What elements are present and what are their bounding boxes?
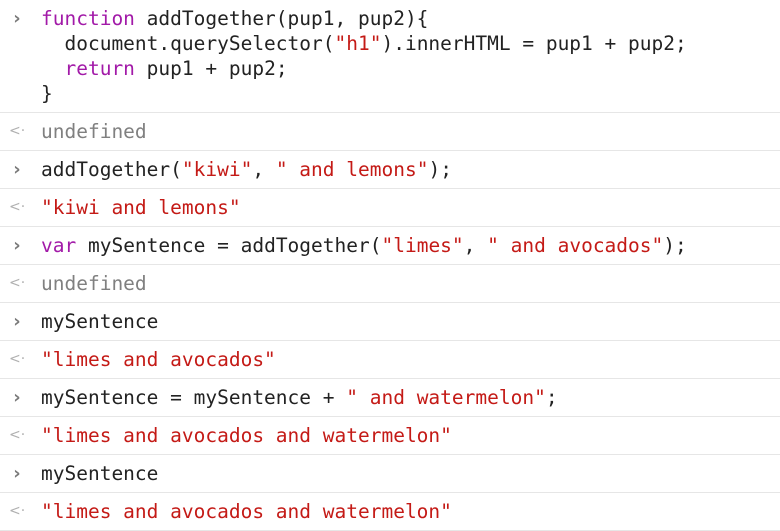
chevron-right-icon: › xyxy=(13,311,21,332)
console-entry-input[interactable]: › mySentence xyxy=(0,455,780,493)
input-line: return pup1 + pup2; xyxy=(0,56,780,81)
code-token: addTogether( xyxy=(41,158,182,181)
code-text: addTogether("kiwi", " and lemons"); xyxy=(41,151,452,188)
code-token: var xyxy=(41,234,77,257)
result-line: <· "limes and avocados and watermelon" xyxy=(0,417,780,454)
code-token: "h1" xyxy=(334,32,382,55)
return-arrow-icon: <· xyxy=(9,123,26,139)
console-entry-input[interactable]: › function addTogether(pup1, pup2){ docum… xyxy=(0,6,780,113)
code-token: " and lemons" xyxy=(275,158,429,181)
result-token: "limes and avocados and watermelon" xyxy=(41,424,452,447)
code-token: pup1 + pup2; xyxy=(134,57,288,80)
code-text: document.querySelector("h1").innerHTML =… xyxy=(41,31,687,56)
input-line: › mySentence xyxy=(0,455,780,492)
console-entry-input[interactable]: › mySentence xyxy=(0,303,780,341)
console-log: › function addTogether(pup1, pup2){ docum… xyxy=(0,6,780,531)
code-token: " and avocados" xyxy=(487,234,664,257)
input-line: } xyxy=(0,81,780,106)
input-line: › var mySentence = addTogether("limes", "… xyxy=(0,227,780,264)
console-entry-result: <· "kiwi and lemons" xyxy=(0,189,780,227)
result-token: undefined xyxy=(41,120,147,143)
console-entry-result: <· "limes and avocados and watermelon" xyxy=(0,417,780,455)
code-text: } xyxy=(41,81,53,106)
result-token: "limes and avocados and watermelon" xyxy=(41,500,452,523)
return-arrow-icon: <· xyxy=(9,427,26,443)
chevron-right-icon: › xyxy=(13,8,21,29)
return-arrow-icon: <· xyxy=(9,199,26,215)
console-entry-result: <· undefined xyxy=(0,113,780,151)
code-token: , xyxy=(252,158,276,181)
chevron-right-icon: › xyxy=(13,387,21,408)
result-text: "limes and avocados and watermelon" xyxy=(41,417,452,454)
code-token: mySentence = addTogether( xyxy=(76,234,382,257)
console-entry-input[interactable]: › mySentence = mySentence + " and waterme… xyxy=(0,379,780,417)
result-line: <· "limes and avocados and watermelon" xyxy=(0,493,780,530)
chevron-right-icon: › xyxy=(13,235,21,256)
code-text: mySentence xyxy=(41,303,158,340)
result-text: "kiwi and lemons" xyxy=(41,189,241,226)
result-line: <· "kiwi and lemons" xyxy=(0,189,780,226)
result-text: undefined xyxy=(41,265,147,302)
input-line: › mySentence xyxy=(0,303,780,340)
result-token: undefined xyxy=(41,272,147,295)
console-entry-result: <· "limes and avocados and watermelon" xyxy=(0,493,780,531)
chevron-right-icon: › xyxy=(13,463,21,484)
code-text: var mySentence = addTogether("limes", " … xyxy=(41,227,687,264)
code-token: function xyxy=(41,7,135,30)
code-text: mySentence xyxy=(41,455,158,492)
result-text: "limes and avocados" xyxy=(41,341,276,378)
code-token: document.querySelector( xyxy=(41,32,335,55)
result-line: <· "limes and avocados" xyxy=(0,341,780,378)
code-text: mySentence = mySentence + " and watermel… xyxy=(41,379,558,416)
code-token: mySentence = mySentence + xyxy=(41,386,347,409)
code-token: "limes" xyxy=(381,234,464,257)
input-line: document.querySelector("h1").innerHTML =… xyxy=(0,31,780,56)
code-token: mySentence xyxy=(41,462,159,485)
code-token: , xyxy=(463,234,488,257)
code-token: ); xyxy=(428,158,452,181)
code-token: ; xyxy=(545,386,558,409)
result-token: "limes and avocados" xyxy=(41,348,276,371)
code-text: return pup1 + pup2; xyxy=(41,56,288,81)
code-token: addTogether(pup1, pup2){ xyxy=(134,7,429,30)
result-text: "limes and avocados and watermelon" xyxy=(41,493,452,530)
console-entry-result: <· "limes and avocados" xyxy=(0,341,780,379)
input-line: › function addTogether(pup1, pup2){ xyxy=(0,6,780,31)
code-text: function addTogether(pup1, pup2){ xyxy=(41,6,428,31)
console-entry-input[interactable]: › var mySentence = addTogether("limes", "… xyxy=(0,227,780,265)
return-arrow-icon: <· xyxy=(9,503,26,519)
input-line: › addTogether("kiwi", " and lemons"); xyxy=(0,151,780,188)
code-token: ).innerHTML = pup1 + pup2; xyxy=(381,32,687,55)
input-line: › mySentence = mySentence + " and waterme… xyxy=(0,379,780,416)
result-line: <· undefined xyxy=(0,113,780,150)
code-token: mySentence xyxy=(41,310,159,333)
code-token: " and watermelon" xyxy=(346,386,546,409)
result-line: <· undefined xyxy=(0,265,780,302)
return-arrow-icon: <· xyxy=(9,351,26,367)
console-entry-result: <· undefined xyxy=(0,265,780,303)
return-arrow-icon: <· xyxy=(9,275,26,291)
console-entry-input[interactable]: › addTogether("kiwi", " and lemons"); xyxy=(0,151,780,189)
result-token: "kiwi and lemons" xyxy=(41,196,241,219)
code-token: return xyxy=(64,57,135,80)
code-token: "kiwi" xyxy=(181,158,253,181)
code-token: } xyxy=(41,82,53,105)
code-token: ); xyxy=(663,234,687,257)
chevron-right-icon: › xyxy=(13,159,21,180)
result-text: undefined xyxy=(41,113,147,150)
